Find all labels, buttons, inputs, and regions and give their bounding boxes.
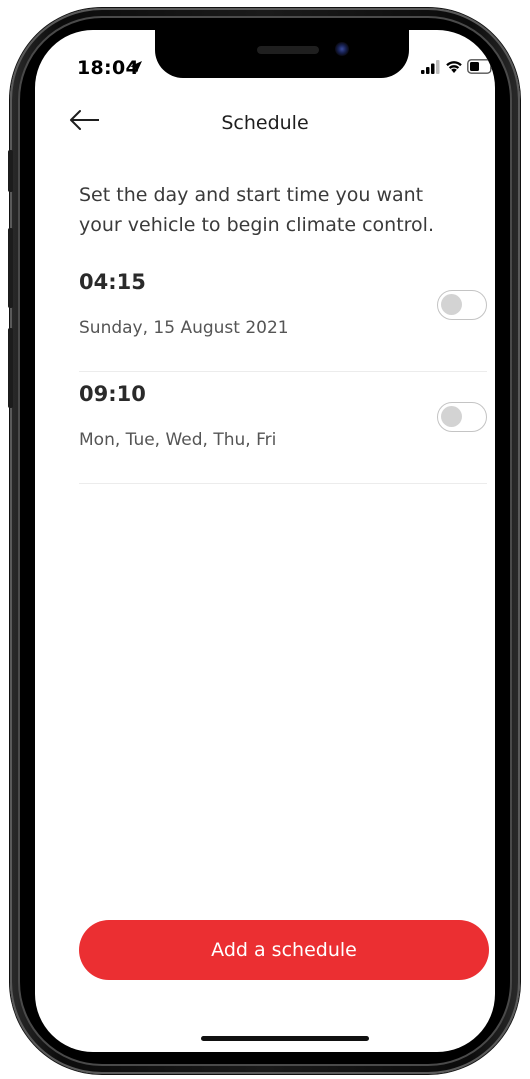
schedule-days: Sunday, 15 August 2021 (79, 318, 289, 338)
schedule-time: 04:15 (79, 270, 146, 294)
schedule-toggle[interactable] (437, 290, 487, 320)
screen: 18:04 Schedule Set the day and start tim… (35, 30, 495, 1052)
battery-icon (467, 59, 494, 74)
add-schedule-button[interactable]: Add a schedule (79, 920, 489, 980)
intro-text: Set the day and start time you want your… (79, 184, 434, 236)
schedule-row[interactable]: 09:10 Mon, Tue, Wed, Thu, Fri (79, 372, 487, 484)
schedule-toggle[interactable] (437, 402, 487, 432)
volume-up-button (8, 228, 13, 308)
schedule-row[interactable]: 04:15 Sunday, 15 August 2021 (79, 260, 487, 372)
page-title: Schedule (221, 112, 309, 134)
home-indicator[interactable] (201, 1036, 369, 1041)
speaker-grille (257, 46, 319, 54)
notch (155, 30, 409, 78)
cellular-signal-icon (421, 60, 440, 74)
toggle-knob (441, 294, 462, 315)
front-camera (335, 42, 349, 56)
toggle-knob (441, 406, 462, 427)
wifi-icon (446, 61, 462, 73)
volume-down-button (8, 328, 13, 408)
schedule-time: 09:10 (79, 382, 146, 406)
mute-switch (8, 150, 13, 192)
page: 18:04 Schedule Set the day and start tim… (0, 0, 530, 1079)
schedule-days: Mon, Tue, Wed, Thu, Fri (79, 430, 277, 450)
location-arrow-icon (130, 61, 142, 73)
